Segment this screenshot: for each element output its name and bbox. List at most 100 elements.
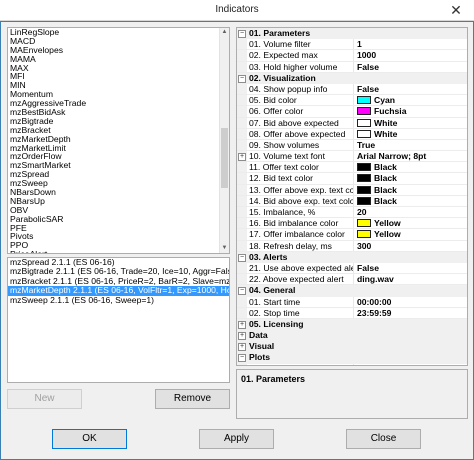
grid-row[interactable]: 04. Show popup info False <box>237 83 467 96</box>
grid-row-value[interactable]: Fuchsia <box>357 106 465 117</box>
collapse-icon[interactable]: − <box>238 74 246 83</box>
grid-row[interactable]: 09. Show volumes True <box>237 139 467 152</box>
active-indicator-item[interactable]: mzSweep 2.1.1 (ES 06-16, Sweep=1) <box>8 295 229 305</box>
grid-row-value[interactable]: White <box>357 129 465 140</box>
grid-row-value[interactable]: Arial Narrow; 8pt <box>357 151 465 162</box>
scroll-down-icon[interactable]: ▼ <box>220 244 229 253</box>
grid-row[interactable]: 01. Start time 00:00:00 <box>237 296 467 308</box>
grid-row-value[interactable]: Yellow <box>357 218 465 229</box>
grid-row-gutter <box>237 195 247 206</box>
indicator-list-item[interactable]: Pivots <box>8 232 229 241</box>
color-swatch <box>357 107 371 116</box>
indicator-list-item[interactable]: NBarsUp <box>8 196 229 206</box>
collapse-icon[interactable]: − <box>238 30 246 38</box>
grid-row-value-text: False <box>357 83 379 94</box>
title-bar: Indicators ✕ <box>0 0 474 21</box>
grid-row-value[interactable]: Yellow <box>357 229 465 240</box>
grid-row-value[interactable]: 1000 <box>357 50 465 61</box>
remove-button[interactable]: Remove <box>155 389 230 409</box>
collapse-icon[interactable]: − <box>238 253 246 262</box>
scroll-up-icon[interactable]: ▲ <box>220 28 229 37</box>
indicator-list-item[interactable]: MFI <box>8 72 229 81</box>
grid-row-value[interactable]: 300 <box>357 241 465 252</box>
grid-row-value[interactable]: 20 <box>357 207 465 218</box>
grid-category-general[interactable]: −04. General <box>237 285 467 297</box>
indicator-list-item[interactable]: PFE <box>8 223 229 233</box>
indicator-list-item[interactable]: LinRegSlope <box>8 28 229 37</box>
grid-row[interactable]: 12. Bid text color Black <box>237 173 467 185</box>
grid-row-value[interactable]: Square; Solid; 1px <box>357 364 465 365</box>
grid-row-value[interactable]: Black <box>357 162 465 173</box>
grid-row[interactable]: 22. Above expected alert ding.wav <box>237 274 467 286</box>
grid-category-visualization[interactable]: −02. Visualization <box>237 72 467 84</box>
grid-category-parameters[interactable]: −01. Parameters <box>237 28 467 40</box>
collapse-icon[interactable]: − <box>238 287 246 296</box>
grid-row-value[interactable]: 00:00:00 <box>357 297 465 308</box>
grid-row[interactable]: 08. Offer above expected White <box>237 128 467 140</box>
grid-row[interactable]: 03. Hold higher volume False <box>237 61 467 73</box>
grid-row[interactable]: 16. Bid imbalance color Yellow <box>237 218 467 230</box>
grid-row[interactable]: 13. Offer above exp. text color Black <box>237 184 467 196</box>
grid-row-name: 08. Offer above expected <box>249 128 354 139</box>
property-grid[interactable]: −01. Parameters 01. Volume filter 1 02. Exp… <box>236 27 468 366</box>
grid-row-value[interactable]: Cyan <box>357 95 465 106</box>
grid-row-value[interactable]: Black <box>357 173 465 184</box>
grid-row[interactable]: 14. Bid above exp. text color Black <box>237 195 467 207</box>
collapse-icon[interactable]: − <box>238 354 246 363</box>
grid-row-value-text: 300 <box>357 240 372 251</box>
expand-icon[interactable]: + <box>238 343 246 352</box>
new-button[interactable]: New <box>7 389 82 409</box>
apply-button[interactable]: Apply <box>199 429 274 449</box>
grid-row-name: 01. Start time <box>249 296 354 307</box>
grid-category-plots[interactable]: − Plots <box>237 352 467 364</box>
expand-icon[interactable]: + <box>238 153 246 162</box>
grid-row-value[interactable]: True <box>357 140 465 151</box>
grid-row[interactable]: 01. Volume filter 1 <box>237 39 467 51</box>
grid-row[interactable]: 17. Offer imbalance color Yellow <box>237 229 467 241</box>
scroll-thumb[interactable] <box>221 128 228 188</box>
indicator-list-item[interactable]: MAMA <box>8 54 229 64</box>
grid-row-gutter <box>237 39 247 50</box>
grid-row[interactable]: 06. Offer color Fuchsia <box>237 106 467 118</box>
grid-category-visual[interactable]: + Visual <box>237 341 467 353</box>
grid-row[interactable]: 21. Use above expected alert False <box>237 262 467 275</box>
grid-row-value[interactable]: False <box>357 62 465 73</box>
ok-button[interactable]: OK <box>52 429 127 449</box>
grid-row[interactable]: 18. Refresh delay, ms 300 <box>237 240 467 252</box>
grid-category-title: 03. Alerts <box>249 251 288 262</box>
grid-row[interactable]: 15. Imbalance, % 20 <box>237 207 467 219</box>
grid-row-value[interactable]: White <box>357 118 465 129</box>
grid-row[interactable]: 02. Expected max 1000 <box>237 50 467 62</box>
indicator-list-item[interactable]: PriceAlert <box>8 250 229 253</box>
active-indicator-list[interactable]: mzSpread 2.1.1 (ES 06-16) mzBigtrade 2.1.… <box>7 257 230 383</box>
grid-row-value[interactable]: 1 <box>357 39 465 50</box>
grid-row[interactable]: +DOM_HiSquare; Solid; 1px <box>237 363 467 365</box>
indicator-list-item[interactable]: MAX <box>8 63 229 73</box>
grid-row-value[interactable]: ding.wav <box>357 274 465 285</box>
indicator-list[interactable]: LinRegSlope MACD MAEnvelopes MAMA MAX MFI MIN M… <box>7 27 230 254</box>
grid-row-value[interactable]: Black <box>357 185 465 196</box>
grid-row-gutter <box>237 184 247 195</box>
grid-category-alerts[interactable]: −03. Alerts <box>237 251 467 263</box>
grid-category-data[interactable]: + Data <box>237 330 467 342</box>
close-icon[interactable]: ✕ <box>444 1 468 19</box>
expand-icon[interactable]: + <box>238 320 246 329</box>
grid-row-value[interactable]: 23:59:59 <box>357 308 465 319</box>
grid-row[interactable]: 05. Bid color Cyan <box>237 95 467 107</box>
grid-row[interactable]: +10. Volume text font Arial Narrow; 8pt <box>237 151 467 163</box>
grid-row-name: 16. Bid imbalance color <box>249 218 354 229</box>
grid-row[interactable]: 11. Offer text color Black <box>237 162 467 174</box>
grid-row-value[interactable]: False <box>357 263 465 274</box>
grid-row-value[interactable]: False <box>357 84 465 95</box>
grid-row[interactable]: 02. Stop time 23:59:59 <box>237 307 467 319</box>
close-button[interactable]: Close <box>346 429 421 449</box>
grid-row-gutter <box>237 162 247 173</box>
grid-row[interactable]: 07. Bid above expected White <box>237 117 467 129</box>
expand-icon[interactable]: + <box>238 332 246 341</box>
grid-row-value[interactable]: Black <box>357 196 465 207</box>
indicator-list-item[interactable]: ParabolicSAR <box>8 214 229 224</box>
grid-category-licensing[interactable]: +05. Licensing <box>237 318 467 331</box>
grid-row-gutter <box>237 117 247 128</box>
indicator-list-scrollbar[interactable]: ▲ ▼ <box>219 28 229 253</box>
indicator-list-item[interactable]: MAEnvelopes <box>8 45 229 55</box>
